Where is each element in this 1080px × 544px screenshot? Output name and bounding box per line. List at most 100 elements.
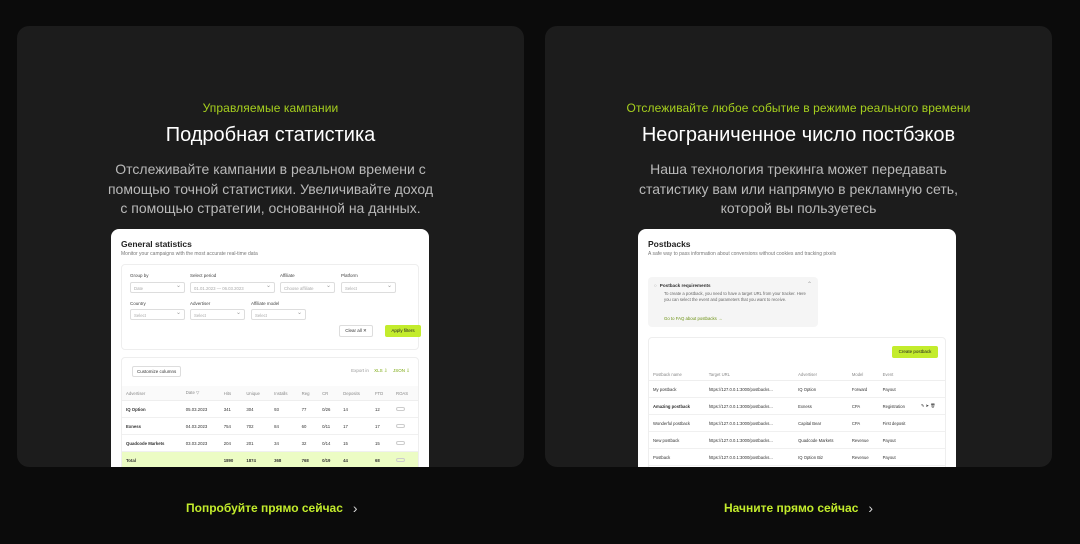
cell: Postback xyxy=(649,448,705,466)
export-label: Export in xyxy=(351,368,369,373)
cell: 68 xyxy=(370,451,392,467)
cell: 17 xyxy=(370,417,392,435)
cell: Amazing postback xyxy=(649,397,705,415)
cell: IQ Option xyxy=(794,380,848,398)
general-statistics-title: General statistics xyxy=(121,239,192,249)
cell: 17 xyxy=(339,417,371,435)
cell: Capital Bear xyxy=(794,414,848,432)
create-postback-button[interactable]: Create postback xyxy=(892,346,938,358)
delete-icon[interactable]: 🗑 xyxy=(930,403,935,408)
country-select[interactable]: Select xyxy=(130,309,185,320)
cell: Revenue xyxy=(847,431,879,449)
cell: Payout xyxy=(878,448,917,466)
cell: 15 xyxy=(339,434,371,452)
cell: 304 xyxy=(242,400,271,418)
cell: CPA xyxy=(847,397,879,415)
roas-toggle[interactable] xyxy=(391,434,418,452)
cell: 44 xyxy=(339,451,371,467)
col-header[interactable]: Date ▽ xyxy=(181,386,220,401)
postbacks-table: Postback name Target URL Advertiser Mode… xyxy=(649,369,945,466)
postbacks-subtitle: A safe way to pass information about con… xyxy=(648,251,837,257)
row-actions: ✎ ➤ 🗑 xyxy=(916,397,945,415)
cell: 05.03.2023 xyxy=(181,400,220,418)
clear-all-button[interactable]: Clear all ✕ xyxy=(339,325,373,337)
cell: Forward xyxy=(847,380,879,398)
table-row[interactable]: My postback https://127.0.0.1:3000/postb… xyxy=(649,380,945,398)
faq-link[interactable]: Go to FAQ about postbacks → xyxy=(664,316,722,321)
apply-filters-button[interactable]: Apply filters xyxy=(385,325,421,337)
col-header xyxy=(916,369,945,381)
cell: Revenue xyxy=(847,448,879,466)
cell: 0/19 xyxy=(318,451,340,467)
group-by-select[interactable]: Date xyxy=(130,282,185,293)
cell: 1874 xyxy=(242,451,271,467)
cell: 14 xyxy=(339,400,371,418)
cell: 77 xyxy=(297,400,319,418)
col-header: Postback name xyxy=(649,369,705,381)
cell: Quadcode Markets xyxy=(794,431,848,449)
try-now-link[interactable]: Попробуйте прямо сейчас › xyxy=(186,500,358,516)
send-icon[interactable]: ➤ xyxy=(926,403,930,408)
col-header: Hits xyxy=(219,386,243,401)
statistics-title: Подробная статистика xyxy=(165,124,376,146)
cell: Registration xyxy=(878,397,917,415)
affiliate-select[interactable]: Choose affiliate xyxy=(280,282,335,293)
affiliate-model-select[interactable]: Select xyxy=(251,309,306,320)
cell: 754 xyxy=(219,417,243,435)
customize-columns-button[interactable]: Customize columns xyxy=(132,366,182,377)
table-row[interactable]: Postback https://127.0.0.1:3000/postback… xyxy=(649,448,945,466)
col-header: Installs xyxy=(270,386,298,401)
cell: 1890 xyxy=(219,451,243,467)
table-row[interactable]: New postback https://127.0.0.1:3000/post… xyxy=(649,431,945,449)
statistics-table-panel: Customize columns Export in XLS ⇩ JSON ⇩… xyxy=(121,357,419,467)
col-header: FTD xyxy=(370,386,392,401)
col-header: Advertiser xyxy=(794,369,848,381)
cell: First deposit xyxy=(878,414,917,432)
period-select[interactable]: 01.01.2023 — 06.03.2023 xyxy=(190,282,275,293)
advertiser-select[interactable]: Select xyxy=(190,309,245,320)
export-json-button[interactable]: JSON ⇩ xyxy=(393,368,410,373)
cell: 702 xyxy=(242,417,271,435)
statistics-screenshot: General statistics Monitor your campaign… xyxy=(111,229,429,467)
roas-toggle[interactable] xyxy=(391,417,418,435)
postbacks-screenshot: Postbacks A safe way to pass information… xyxy=(638,229,956,467)
table-row[interactable]: Amazing postback https://127.0.0.1:3000/… xyxy=(649,397,945,415)
postbacks-heading: Postbacks xyxy=(648,239,691,249)
platform-select[interactable]: Select xyxy=(341,282,396,293)
cell: https://127.0.0.1:3000/postbacks... xyxy=(704,431,795,449)
cell: 60 xyxy=(297,417,319,435)
cell: 204 xyxy=(219,434,243,452)
export-xls-button[interactable]: XLS ⇩ xyxy=(374,368,388,373)
roas-toggle[interactable] xyxy=(391,451,418,467)
cell: 341 xyxy=(219,400,243,418)
cell xyxy=(916,448,945,466)
general-statistics-subtitle: Monitor your campaigns with the most acc… xyxy=(121,251,258,257)
cell: Total xyxy=(122,451,182,467)
postbacks-card: Отслеживайте любое событие в режиме реал… xyxy=(545,26,1052,467)
col-header: CR xyxy=(318,386,340,401)
col-header: Event xyxy=(878,369,917,381)
edit-icon[interactable]: ✎ xyxy=(921,403,925,408)
chevron-right-icon: › xyxy=(868,500,874,516)
statistics-eyebrow: Управляемые кампании xyxy=(202,101,339,115)
start-now-link[interactable]: Начните прямо сейчас › xyxy=(724,500,873,516)
chevron-up-icon[interactable]: ⌃ xyxy=(807,281,812,288)
table-row: IQ Option 05.03.2023 341 304 93 77 0/26 … xyxy=(122,400,418,418)
filters-panel: Group by Date Select period 01.01.2023 —… xyxy=(121,264,419,350)
postbacks-title: Неограниченное число постбэков xyxy=(641,124,956,146)
cell: 03.03.2023 xyxy=(181,434,220,452)
cell: 368 xyxy=(270,451,298,467)
cell: 32 xyxy=(297,434,319,452)
cell: 84 xyxy=(270,417,298,435)
cell: https://127.0.0.1:3000/postbacks... xyxy=(704,397,795,415)
cell: 93 xyxy=(270,400,298,418)
statistics-table: Advertiser Date ▽ Hits Unique Installs R… xyxy=(122,386,418,467)
table-row[interactable]: Wonderful postback https://127.0.0.1:300… xyxy=(649,414,945,432)
cell: 12 xyxy=(370,400,392,418)
roas-toggle[interactable] xyxy=(391,400,418,418)
cell: 0/11 xyxy=(318,417,340,435)
cell: New postback xyxy=(649,431,705,449)
chevron-right-icon: › xyxy=(352,500,358,516)
cell: Payout xyxy=(878,431,917,449)
postback-requirements: Postback requirements ⌃ To create a post… xyxy=(648,277,818,327)
